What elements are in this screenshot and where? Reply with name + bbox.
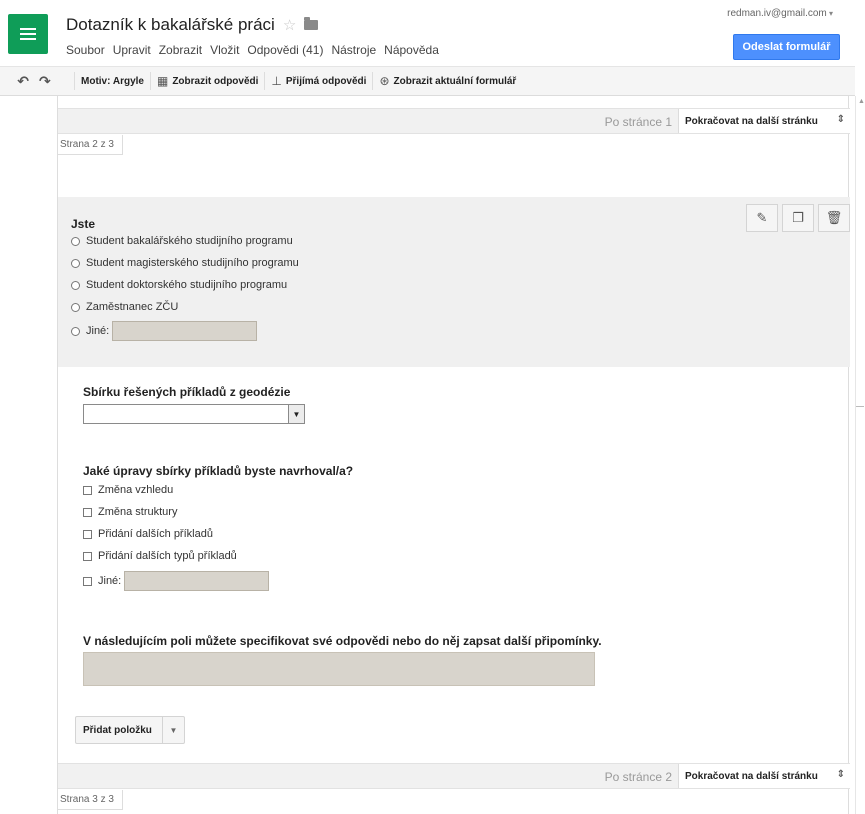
view-responses-button[interactable]: ▦ Zobrazit odpovědi: [157, 66, 258, 96]
after-page-label: Po stránce 1: [604, 115, 672, 129]
other-text-input[interactable]: [124, 571, 270, 591]
page-tab-2: Strana 2 z 3: [58, 135, 123, 155]
other-text-input[interactable]: [112, 321, 258, 341]
page-tab-3: Strana 3 z 3: [58, 790, 123, 810]
comment-textarea[interactable]: [83, 652, 595, 686]
page-break-2[interactable]: Po stránce 2 Pokračovat na další stránku…: [58, 763, 850, 789]
menu-help[interactable]: Nápověda: [384, 43, 439, 57]
checkbox-icon[interactable]: [83, 485, 92, 495]
checkbox-icon[interactable]: [83, 529, 92, 539]
view-live-form-button[interactable]: ⊛ Zobrazit aktuální formulář: [379, 66, 516, 96]
send-form-button[interactable]: Odeslat formulář: [733, 34, 840, 60]
radio-icon[interactable]: [71, 280, 80, 290]
menu-edit[interactable]: Upravit: [113, 43, 151, 57]
duplicate-icon[interactable]: ❐: [782, 204, 814, 232]
pencil-icon[interactable]: ✎: [746, 204, 778, 232]
radio-icon[interactable]: [71, 258, 80, 268]
form-page: Po stránce 1 Pokračovat na další stránku…: [57, 96, 850, 814]
select-updown-icon: ⇕: [836, 114, 845, 125]
menu-file[interactable]: Soubor: [66, 43, 105, 57]
menu-tools[interactable]: Nástroje: [331, 43, 376, 57]
question-jste[interactable]: ✎ ❐ 🗑 Jste Student bakalářského studijní…: [58, 197, 850, 367]
folder-icon[interactable]: [304, 17, 319, 30]
undo-icon[interactable]: ↶: [17, 73, 29, 90]
page-navigation-select[interactable]: Pokračovat na další stránku ⇕: [678, 764, 850, 788]
checkbox-option[interactable]: Změna vzhledu: [83, 484, 173, 496]
radio-option[interactable]: Student bakalářského studijního programu: [71, 235, 293, 247]
toolbar: ↶ ↷ Motiv: Argyle ▦ Zobrazit odpovědi ⊥ …: [0, 66, 855, 96]
forms-logo-icon[interactable]: [8, 14, 48, 54]
checkbox-option[interactable]: Přidání dalších příkladů: [83, 528, 213, 540]
menu-view[interactable]: Zobrazit: [159, 43, 202, 57]
checkbox-option-other[interactable]: Jiné:: [83, 571, 270, 591]
question-title: V následujícím poli můžete specifikovat …: [83, 634, 602, 648]
account-email[interactable]: redman.iv@gmail.com: [727, 8, 833, 19]
form-editor: Po stránce 1 Pokračovat na další stránku…: [12, 96, 854, 814]
dropdown-arrow-icon[interactable]: ▼: [288, 405, 304, 423]
checkbox-option[interactable]: Přidání dalších typů příkladů: [83, 550, 237, 562]
redo-icon[interactable]: ↷: [39, 73, 51, 90]
radio-icon[interactable]: [71, 302, 80, 312]
checkbox-icon[interactable]: [83, 551, 92, 561]
question-title: Sbírku řešených příkladů z geodézie: [83, 385, 291, 399]
dropdown-select[interactable]: ▼: [83, 404, 305, 424]
radio-option[interactable]: Zaměstnanec ZČU: [71, 301, 178, 313]
chevron-down-icon[interactable]: ▼: [162, 717, 184, 743]
table-icon: ▦: [156, 74, 169, 88]
after-page-label: Po stránce 2: [604, 770, 672, 784]
scroll-up-icon[interactable]: ▲: [858, 98, 865, 105]
menu-insert[interactable]: Vložit: [210, 43, 239, 57]
select-updown-icon: ⇕: [836, 769, 845, 780]
radio-icon[interactable]: [71, 326, 80, 336]
page-break-1[interactable]: Po stránce 1 Pokračovat na další stránku…: [58, 108, 850, 134]
question-title: Jaké úpravy sbírky příkladů byste navrho…: [83, 464, 354, 478]
radio-option[interactable]: Student doktorského studijního programu: [71, 279, 287, 291]
accepting-responses-button[interactable]: ⊥ Přijímá odpovědi: [271, 66, 366, 96]
star-icon[interactable]: ☆: [283, 16, 296, 34]
trash-icon[interactable]: 🗑: [818, 204, 850, 232]
question-edit-tools: ✎ ❐ 🗑: [742, 204, 850, 232]
radio-option-other[interactable]: Jiné:: [71, 321, 258, 341]
theme-button[interactable]: Motiv: Argyle: [81, 66, 144, 96]
globe-icon: ⊛: [379, 74, 390, 88]
checkbox-option[interactable]: Změna struktury: [83, 506, 177, 518]
checkbox-icon[interactable]: [83, 576, 92, 586]
scrollbar[interactable]: ▲: [855, 96, 865, 814]
title-row: Dotazník k bakalářské práci ☆: [66, 15, 319, 35]
menu-bar: Soubor Upravit Zobrazit Vložit Odpovědi …: [66, 43, 447, 57]
inbox-icon: ⊥: [271, 74, 282, 88]
add-item-button[interactable]: Přidat položku ▼: [75, 716, 185, 744]
document-title[interactable]: Dotazník k bakalářské práci: [66, 15, 275, 35]
radio-option[interactable]: Student magisterského studijního program…: [71, 257, 299, 269]
page-navigation-select[interactable]: Pokračovat na další stránku ⇕: [678, 109, 850, 133]
radio-icon[interactable]: [71, 236, 80, 246]
checkbox-icon[interactable]: [83, 507, 92, 517]
app-header: Dotazník k bakalářské práci ☆ Soubor Upr…: [0, 0, 865, 66]
question-title: Jste: [71, 217, 96, 231]
menu-responses[interactable]: Odpovědi (41): [247, 43, 323, 57]
